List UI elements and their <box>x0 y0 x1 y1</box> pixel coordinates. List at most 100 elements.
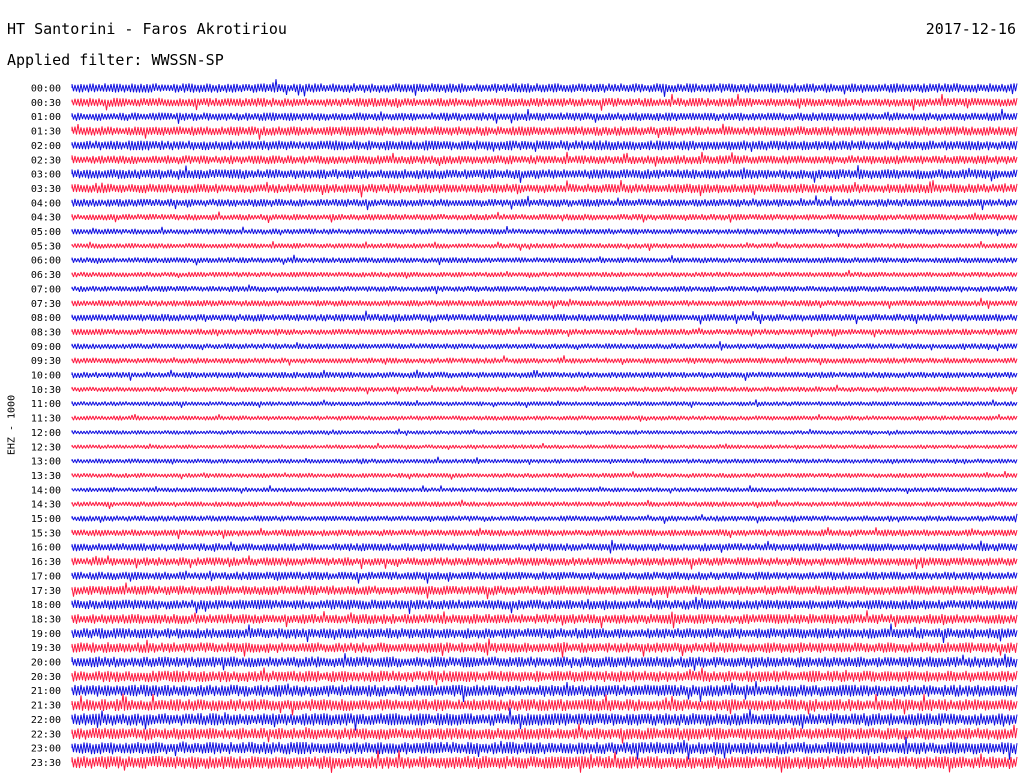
time-tick-label: 18:00 <box>31 600 61 611</box>
trace-row-0000 <box>71 79 1018 97</box>
time-tick-label: 07:00 <box>31 284 61 295</box>
trace-row-0630 <box>71 269 1018 279</box>
time-tick-label: 16:00 <box>31 543 61 554</box>
trace-row-0730 <box>71 297 1018 309</box>
trace-row-0330 <box>71 180 1018 198</box>
time-tick-label: 13:30 <box>31 471 61 482</box>
time-tick-label: 04:30 <box>31 213 61 224</box>
trace-row-2230 <box>71 723 1018 744</box>
trace-row-0400 <box>71 195 1018 211</box>
station-title: HT Santorini - Faros Akrotiriou <box>7 20 287 38</box>
time-tick-label: 15:30 <box>31 528 61 539</box>
trace-row-2000 <box>71 653 1018 671</box>
time-tick-label: 21:00 <box>31 686 61 697</box>
trace-row-1730 <box>71 582 1018 600</box>
time-tick-label: 03:30 <box>31 184 61 195</box>
trace-row-2200 <box>71 707 1018 731</box>
time-tick-label: 12:30 <box>31 442 61 453</box>
trace-row-0300 <box>71 165 1018 183</box>
trace-row-0100 <box>71 108 1018 124</box>
trace-layer <box>71 79 1018 773</box>
time-tick-label: 20:00 <box>31 658 61 669</box>
trace-row-0900 <box>71 341 1018 352</box>
trace-row-2030 <box>71 667 1018 686</box>
trace-row-1700 <box>71 570 1018 584</box>
time-tick-label: 12:00 <box>31 428 61 439</box>
trace-row-1330 <box>71 470 1018 480</box>
time-tick-label: 11:00 <box>31 399 61 410</box>
trace-row-1200 <box>71 428 1018 436</box>
record-date: 2017-12-16 <box>925 20 1016 38</box>
time-tick-label: 22:00 <box>31 715 61 726</box>
time-tick-label: 03:00 <box>31 170 61 181</box>
trace-row-1800 <box>71 596 1018 614</box>
time-tick-label: 07:30 <box>31 299 61 310</box>
trace-row-1030 <box>71 384 1018 395</box>
trace-row-1830 <box>71 610 1018 629</box>
trace-row-0500 <box>71 225 1018 237</box>
trace-row-0200 <box>71 140 1018 152</box>
trace-row-1230 <box>71 442 1018 450</box>
trace-row-1630 <box>71 555 1018 570</box>
time-tick-label: 04:00 <box>31 198 61 209</box>
trace-row-1430 <box>71 499 1018 509</box>
time-tick-label: 01:30 <box>31 127 61 138</box>
time-tick-label: 02:00 <box>31 141 61 152</box>
time-tick-label: 18:30 <box>31 614 61 625</box>
trace-row-1100 <box>71 399 1018 408</box>
time-tick-label: 19:00 <box>31 629 61 640</box>
channel-label: EHZ - 1000 <box>6 394 18 456</box>
time-tick-labels: 00:00 00:30 01:00 01:30 02:00 02:30 03:00 03:30… <box>31 84 61 769</box>
time-tick-label: 09:00 <box>31 342 61 353</box>
trace-row-0030 <box>71 93 1018 111</box>
trace-row-0930 <box>71 355 1018 366</box>
trace-row-0530 <box>71 240 1018 251</box>
time-tick-label: 16:30 <box>31 557 61 568</box>
time-tick-label: 23:30 <box>31 758 61 769</box>
trace-row-1530 <box>71 527 1018 540</box>
trace-row-1930 <box>71 638 1018 658</box>
time-tick-label: 19:30 <box>31 643 61 654</box>
time-tick-label: 13:00 <box>31 457 61 468</box>
time-tick-label: 00:00 <box>31 84 61 95</box>
trace-row-0600 <box>71 254 1018 266</box>
time-tick-label: 21:30 <box>31 701 61 712</box>
trace-row-1600 <box>71 539 1018 554</box>
time-tick-label: 06:30 <box>31 270 61 281</box>
trace-row-0230 <box>71 151 1018 167</box>
time-tick-label: 00:30 <box>31 98 61 109</box>
time-tick-label: 14:00 <box>31 485 61 496</box>
time-tick-label: 05:30 <box>31 241 61 252</box>
time-tick-label: 14:30 <box>31 500 61 511</box>
helicorder-plot: 00:00 00:30 01:00 01:30 02:00 02:30 03:00 03:30… <box>31 79 1018 773</box>
time-tick-label: 17:00 <box>31 571 61 582</box>
trace-row-0830 <box>71 326 1018 338</box>
time-tick-label: 09:30 <box>31 356 61 367</box>
trace-row-1000 <box>71 369 1018 381</box>
time-tick-label: 15:00 <box>31 514 61 525</box>
time-tick-label: 06:00 <box>31 256 61 267</box>
time-tick-label: 01:00 <box>31 112 61 123</box>
time-tick-label: 10:00 <box>31 371 61 382</box>
time-tick-label: 10:30 <box>31 385 61 396</box>
time-tick-label: 20:30 <box>31 672 61 683</box>
trace-row-0130 <box>71 123 1018 140</box>
trace-row-0700 <box>71 284 1018 295</box>
time-tick-label: 22:30 <box>31 729 61 740</box>
trace-row-1300 <box>71 456 1018 465</box>
time-tick-label: 11:30 <box>31 414 61 425</box>
trace-row-2300 <box>71 736 1018 760</box>
trace-row-1130 <box>71 413 1018 422</box>
time-tick-label: 02:30 <box>31 155 61 166</box>
time-tick-label: 17:30 <box>31 586 61 597</box>
time-tick-label: 05:00 <box>31 227 61 238</box>
trace-row-1400 <box>71 485 1018 495</box>
time-tick-label: 08:00 <box>31 313 61 324</box>
filter-label: Applied filter: WWSSN-SP <box>7 51 224 69</box>
trace-row-1500 <box>71 513 1018 524</box>
time-tick-label: 08:30 <box>31 327 61 338</box>
trace-row-1900 <box>71 623 1018 643</box>
trace-row-2130 <box>71 693 1018 716</box>
trace-row-0430 <box>71 211 1018 223</box>
trace-row-0800 <box>71 310 1018 325</box>
